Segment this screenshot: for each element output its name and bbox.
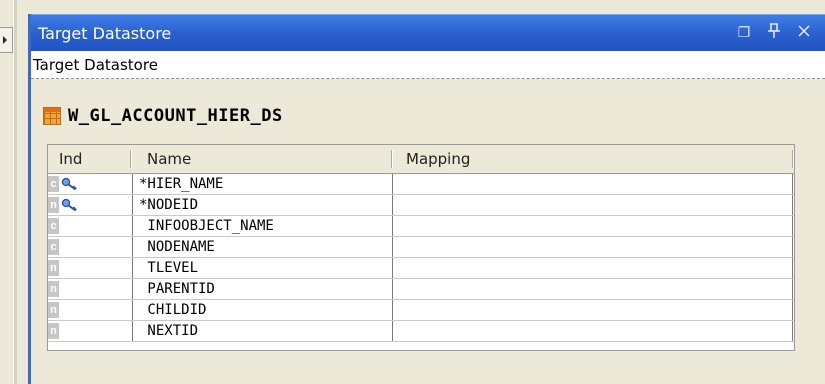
indicator-cell[interactable]: n (48, 321, 131, 341)
column-name-cell[interactable]: NODENAME (132, 237, 393, 257)
sub-header: Target Datastore (31, 51, 825, 79)
datatype-badge: n (48, 323, 59, 339)
restore-icon[interactable]: ❐ (735, 23, 753, 41)
mapping-cell[interactable] (393, 174, 793, 194)
column-name-cell[interactable]: NEXTID (132, 321, 393, 341)
indicator-cell[interactable]: c (48, 174, 131, 194)
expand-arrow-icon[interactable] (0, 27, 13, 53)
indicator-cell[interactable]: c (48, 216, 131, 236)
column-name-cell[interactable]: TLEVEL (132, 258, 393, 278)
indicator-cell[interactable]: c (48, 237, 131, 257)
column-divider[interactable] (130, 150, 132, 168)
column-name-cell[interactable]: INFOOBJECT_NAME (132, 216, 393, 236)
column-name-cell[interactable]: PARENTID (132, 279, 393, 299)
table-row[interactable]: n CHILDID (48, 300, 794, 321)
datatype-badge: n (48, 260, 59, 276)
table-row[interactable]: n *NODEID (48, 195, 794, 216)
column-header-ind[interactable]: Ind (59, 145, 82, 173)
datastore-name: W_GL_ACCOUNT_HIER_DS (68, 106, 283, 126)
top-strip (28, 0, 825, 14)
grid-header: Ind Name Mapping (48, 145, 794, 174)
panel-title: Target Datastore (38, 24, 172, 43)
left-gutter (0, 0, 28, 384)
column-divider[interactable] (792, 150, 794, 168)
mapping-cell[interactable] (393, 321, 793, 341)
grid-rows: c *HIER_NAME n *NODEID c INFOOBJECT_NAME c NO… (48, 174, 794, 342)
table-row[interactable]: c INFOOBJECT_NAME (48, 216, 794, 237)
datatype-badge: n (48, 302, 59, 318)
indicator-cell[interactable]: n (48, 195, 131, 215)
column-grid: Ind Name Mapping c *HIER_NAME n *NODEID c IN… (47, 144, 795, 351)
gutter-stripe (13, 0, 17, 384)
panel-title-bar[interactable]: Target Datastore ❐ (31, 14, 825, 51)
datatype-badge: n (48, 197, 59, 213)
indicator-cell[interactable]: n (48, 258, 131, 278)
column-divider[interactable] (391, 150, 393, 168)
indicator-cell[interactable]: n (48, 279, 131, 299)
mapping-cell[interactable] (393, 300, 793, 320)
table-row[interactable]: n TLEVEL (48, 258, 794, 279)
target-datastore-panel: Target Datastore ❐ Target Datastore W_GL… (28, 14, 825, 384)
mapping-cell[interactable] (393, 258, 793, 278)
column-header-mapping[interactable]: Mapping (406, 145, 470, 173)
key-icon (61, 198, 79, 212)
mapping-cell[interactable] (393, 279, 793, 299)
table-row[interactable]: n NEXTID (48, 321, 794, 342)
indicator-cell[interactable]: n (48, 300, 131, 320)
key-icon (61, 177, 79, 191)
table-icon (43, 107, 61, 125)
datatype-badge: n (48, 281, 59, 297)
column-header-name[interactable]: Name (147, 145, 191, 173)
mapping-cell[interactable] (393, 195, 793, 215)
column-name-cell[interactable]: CHILDID (132, 300, 393, 320)
sub-header-label: Target Datastore (33, 56, 158, 74)
column-name-cell[interactable]: *HIER_NAME (132, 174, 393, 194)
pin-icon[interactable] (765, 23, 783, 41)
column-name-cell[interactable]: *NODEID (132, 195, 393, 215)
mapping-cell[interactable] (393, 216, 793, 236)
table-row[interactable]: c *HIER_NAME (48, 174, 794, 195)
close-icon[interactable] (795, 23, 813, 41)
panel-content: W_GL_ACCOUNT_HIER_DS Ind Name Mapping c *… (31, 79, 825, 384)
table-row[interactable]: c NODENAME (48, 237, 794, 258)
table-row[interactable]: n PARENTID (48, 279, 794, 300)
datatype-badge: c (48, 239, 59, 255)
datatype-badge: c (48, 176, 59, 192)
datatype-badge: c (48, 218, 59, 234)
mapping-cell[interactable] (393, 237, 793, 257)
